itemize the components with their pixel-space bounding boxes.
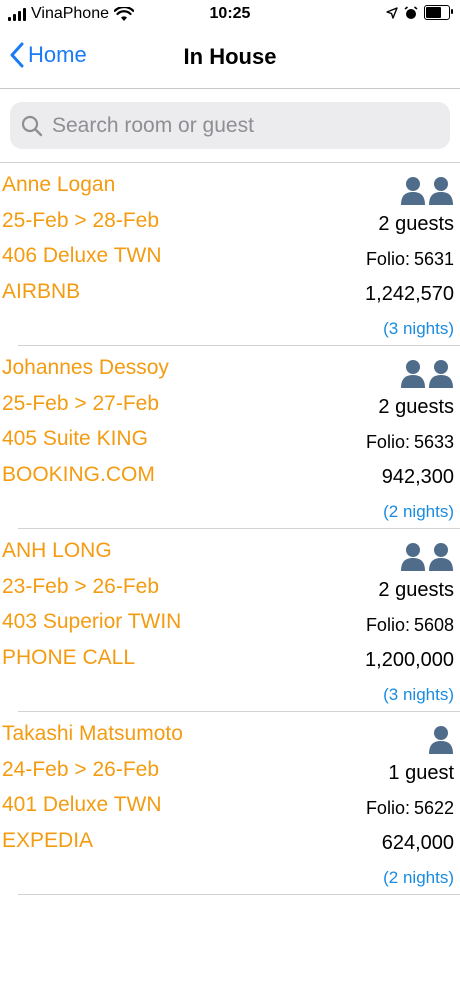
stay-dates: 25-Feb > 28-Feb <box>2 208 160 232</box>
guest-row[interactable]: Johannes Dessoy 25-Feb > 27-Feb 405 Suit… <box>0 346 460 529</box>
person-icon <box>428 358 454 390</box>
search-icon <box>21 115 43 136</box>
nights-count: (3 nights) <box>383 319 454 338</box>
in-house-list: Anne Logan 25-Feb > 28-Feb 406 Deluxe TW… <box>0 163 460 895</box>
folio-number: 5631 <box>413 249 454 269</box>
stay-dates: 24-Feb > 26-Feb <box>2 757 160 781</box>
guest-row[interactable]: ANH LONG 23-Feb > 26-Feb 403 Superior TW… <box>0 529 460 712</box>
guest-name: Johannes Dessoy <box>2 356 169 379</box>
booking-source: AIRBNB <box>2 279 81 303</box>
guest-name: ANH LONG <box>2 539 112 562</box>
guest-row[interactable]: Anne Logan 25-Feb > 28-Feb 406 Deluxe TW… <box>0 163 460 346</box>
stay-details: 2 guests Folio: 5631 1,242,570 (3 nights) <box>365 175 454 343</box>
room-type: 406 Deluxe TWN <box>2 244 162 267</box>
folio-label: Folio: <box>365 615 410 635</box>
folio: Folio: 5633 <box>366 432 454 458</box>
person-icon <box>400 358 426 390</box>
booking-source: PHONE CALL <box>2 645 136 669</box>
folio-label: Folio: <box>365 249 410 269</box>
person-icon <box>400 175 426 207</box>
guest-icons <box>366 724 454 756</box>
guest-name: Anne Logan <box>2 173 116 196</box>
room-type: 401 Deluxe TWN <box>2 793 162 816</box>
stay-details: 1 guest Folio: 5622 624,000 (2 nights) <box>366 724 454 892</box>
folio-number: 5608 <box>413 615 454 635</box>
room-type: 405 Suite KING <box>2 427 148 450</box>
guest-count: 1 guest <box>388 762 454 784</box>
folio-number: 5622 <box>413 798 454 818</box>
folio-amount: 624,000 <box>381 832 454 854</box>
alarm-clock-icon <box>404 5 418 19</box>
guest-info: ANH LONG 23-Feb > 26-Feb 403 Superior TW… <box>2 539 181 681</box>
guest-info: Johannes Dessoy 25-Feb > 27-Feb 405 Suit… <box>2 356 169 498</box>
nights-count: (2 nights) <box>383 868 454 887</box>
folio-label: Folio: <box>365 432 410 452</box>
guest-count: 2 guests <box>378 396 454 418</box>
search-input[interactable] <box>50 112 434 139</box>
stay-details: 2 guests Folio: 5633 942,300 (2 nights) <box>366 358 454 526</box>
guest-row[interactable]: Takashi Matsumoto 24-Feb > 26-Feb 401 De… <box>0 712 460 895</box>
folio-number: 5633 <box>413 432 454 452</box>
guest-count: 2 guests <box>378 579 454 601</box>
battery-icon <box>424 5 453 20</box>
guest-icons <box>365 541 454 573</box>
status-right <box>386 5 453 20</box>
booking-source: BOOKING.COM <box>2 462 155 486</box>
guest-icons <box>366 358 454 390</box>
person-icon <box>428 541 454 573</box>
guest-info: Takashi Matsumoto 24-Feb > 26-Feb 401 De… <box>2 722 183 864</box>
folio-amount: 942,300 <box>381 466 454 488</box>
page-title: In House <box>183 44 277 69</box>
stay-dates: 25-Feb > 27-Feb <box>2 391 160 415</box>
navigation-bar: Home In House <box>0 30 460 89</box>
booking-source: EXPEDIA <box>2 828 94 852</box>
location-arrow-icon <box>386 6 398 19</box>
folio: Folio: 5608 <box>365 615 454 641</box>
nights-count: (3 nights) <box>383 685 454 704</box>
room-type: 403 Superior TWIN <box>2 610 182 633</box>
folio-amount: 1,200,000 <box>365 649 454 671</box>
stay-dates: 23-Feb > 26-Feb <box>2 574 160 598</box>
nights-count: (2 nights) <box>383 502 454 521</box>
person-icon <box>428 724 454 756</box>
person-icon <box>428 175 454 207</box>
stay-details: 2 guests Folio: 5608 1,200,000 (3 nights) <box>365 541 454 709</box>
row-divider <box>18 894 460 895</box>
search-bar[interactable] <box>10 102 450 149</box>
guest-count: 2 guests <box>378 213 454 235</box>
folio-amount: 1,242,570 <box>365 283 454 305</box>
status-bar: VinaPhone 10:25 <box>0 0 460 30</box>
folio: Folio: 5631 <box>365 249 454 275</box>
guest-icons <box>365 175 454 207</box>
guest-info: Anne Logan 25-Feb > 28-Feb 406 Deluxe TW… <box>2 173 162 315</box>
folio-label: Folio: <box>365 798 410 818</box>
person-icon <box>400 541 426 573</box>
guest-name: Takashi Matsumoto <box>2 722 183 745</box>
folio: Folio: 5622 <box>366 798 454 824</box>
